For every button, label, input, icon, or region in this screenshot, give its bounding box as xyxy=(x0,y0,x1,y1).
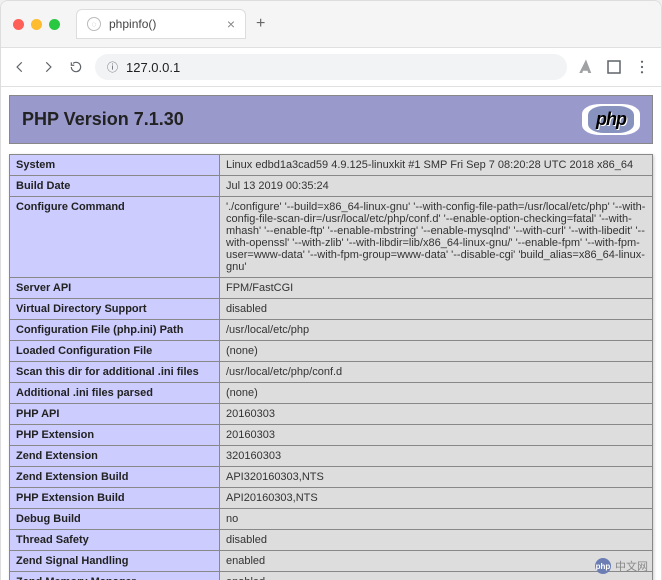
table-row: Scan this dir for additional .ini files/… xyxy=(10,362,653,383)
row-value: enabled xyxy=(220,572,653,580)
table-row: PHP API20160303 xyxy=(10,404,653,425)
row-label: Loaded Configuration File xyxy=(10,341,220,362)
row-value: 320160303 xyxy=(220,446,653,467)
row-value: disabled xyxy=(220,299,653,320)
table-row: Debug Buildno xyxy=(10,509,653,530)
arrow-right-icon xyxy=(41,60,55,74)
puzzle-icon xyxy=(605,58,623,76)
row-label: Additional .ini files parsed xyxy=(10,383,220,404)
watermark: php 中文网 xyxy=(595,558,648,574)
table-row: Configuration File (php.ini) Path/usr/lo… xyxy=(10,320,653,341)
table-row: SystemLinux edbd1a3cad59 4.9.125-linuxki… xyxy=(10,155,653,176)
table-row: Additional .ini files parsed(none) xyxy=(10,383,653,404)
forward-button[interactable] xyxy=(39,58,57,76)
address-bar[interactable]: ⓘ 127.0.0.1 xyxy=(95,54,567,80)
row-value: 20160303 xyxy=(220,425,653,446)
row-value: (none) xyxy=(220,341,653,362)
info-table: SystemLinux edbd1a3cad59 4.9.125-linuxki… xyxy=(9,154,653,580)
browser-window: ◌ phpinfo() × + ⓘ 127.0.0.1 xyxy=(0,0,662,580)
row-label: Scan this dir for additional .ini files xyxy=(10,362,220,383)
php-logo: php xyxy=(582,104,640,135)
row-label: System xyxy=(10,155,220,176)
row-value: disabled xyxy=(220,530,653,551)
watermark-logo-icon: php xyxy=(595,558,611,574)
row-value: API20160303,NTS xyxy=(220,488,653,509)
row-label: Thread Safety xyxy=(10,530,220,551)
row-label: Debug Build xyxy=(10,509,220,530)
maximize-window-button[interactable] xyxy=(49,19,60,30)
table-row: Configure Command'./configure' '--build=… xyxy=(10,197,653,278)
row-label: Server API xyxy=(10,278,220,299)
row-label: PHP Extension Build xyxy=(10,488,220,509)
row-label: Build Date xyxy=(10,176,220,197)
row-label: Zend Signal Handling xyxy=(10,551,220,572)
translate-button[interactable] xyxy=(577,58,595,76)
table-row: Zend Signal Handlingenabled xyxy=(10,551,653,572)
minimize-window-button[interactable] xyxy=(31,19,42,30)
table-row: Loaded Configuration File(none) xyxy=(10,341,653,362)
table-row: Zend Extension320160303 xyxy=(10,446,653,467)
menu-button[interactable] xyxy=(633,58,651,76)
page-title: PHP Version 7.1.30 xyxy=(22,109,184,130)
row-value: Jul 13 2019 00:35:24 xyxy=(220,176,653,197)
close-tab-button[interactable]: × xyxy=(227,16,235,32)
titlebar: ◌ phpinfo() × + xyxy=(1,1,661,48)
toolbar: ⓘ 127.0.0.1 xyxy=(1,48,661,87)
new-tab-button[interactable]: + xyxy=(256,15,265,33)
close-window-button[interactable] xyxy=(13,19,24,30)
row-label: Zend Memory Manager xyxy=(10,572,220,580)
row-value: FPM/FastCGI xyxy=(220,278,653,299)
php-logo-text: php xyxy=(588,106,634,133)
kebab-icon xyxy=(633,58,651,76)
row-value: enabled xyxy=(220,551,653,572)
table-row: Server APIFPM/FastCGI xyxy=(10,278,653,299)
row-value: Linux edbd1a3cad59 4.9.125-linuxkit #1 S… xyxy=(220,155,653,176)
tab-favicon-icon: ◌ xyxy=(87,17,101,31)
table-row: Zend Memory Managerenabled xyxy=(10,572,653,580)
row-value: /usr/local/etc/php/conf.d xyxy=(220,362,653,383)
watermark-text: 中文网 xyxy=(615,558,648,574)
tab-title: phpinfo() xyxy=(109,17,219,31)
row-label: Configuration File (php.ini) Path xyxy=(10,320,220,341)
table-row: Build DateJul 13 2019 00:35:24 xyxy=(10,176,653,197)
row-value: /usr/local/etc/php xyxy=(220,320,653,341)
arrow-left-icon xyxy=(13,60,27,74)
reload-button[interactable] xyxy=(67,58,85,76)
extensions-button[interactable] xyxy=(605,58,623,76)
window-controls xyxy=(13,19,60,30)
table-row: PHP Extension20160303 xyxy=(10,425,653,446)
table-row: Zend Extension BuildAPI320160303,NTS xyxy=(10,467,653,488)
page-content: PHP Version 7.1.30 php SystemLinux edbd1… xyxy=(1,87,661,580)
browser-tab[interactable]: ◌ phpinfo() × xyxy=(76,9,246,39)
row-value: no xyxy=(220,509,653,530)
row-value: './configure' '--build=x86_64-linux-gnu'… xyxy=(220,197,653,278)
row-label: PHP API xyxy=(10,404,220,425)
row-label: Zend Extension xyxy=(10,446,220,467)
row-label: Zend Extension Build xyxy=(10,467,220,488)
row-value: API320160303,NTS xyxy=(220,467,653,488)
table-row: Thread Safetydisabled xyxy=(10,530,653,551)
table-row: PHP Extension BuildAPI20160303,NTS xyxy=(10,488,653,509)
row-label: Virtual Directory Support xyxy=(10,299,220,320)
back-button[interactable] xyxy=(11,58,29,76)
table-row: Virtual Directory Supportdisabled xyxy=(10,299,653,320)
row-value: 20160303 xyxy=(220,404,653,425)
reload-icon xyxy=(69,60,83,74)
info-icon: ⓘ xyxy=(107,59,118,75)
url-text: 127.0.0.1 xyxy=(126,60,180,75)
row-label: Configure Command xyxy=(10,197,220,278)
row-value: (none) xyxy=(220,383,653,404)
translate-icon xyxy=(577,58,595,76)
row-label: PHP Extension xyxy=(10,425,220,446)
php-version-header: PHP Version 7.1.30 php xyxy=(9,95,653,144)
